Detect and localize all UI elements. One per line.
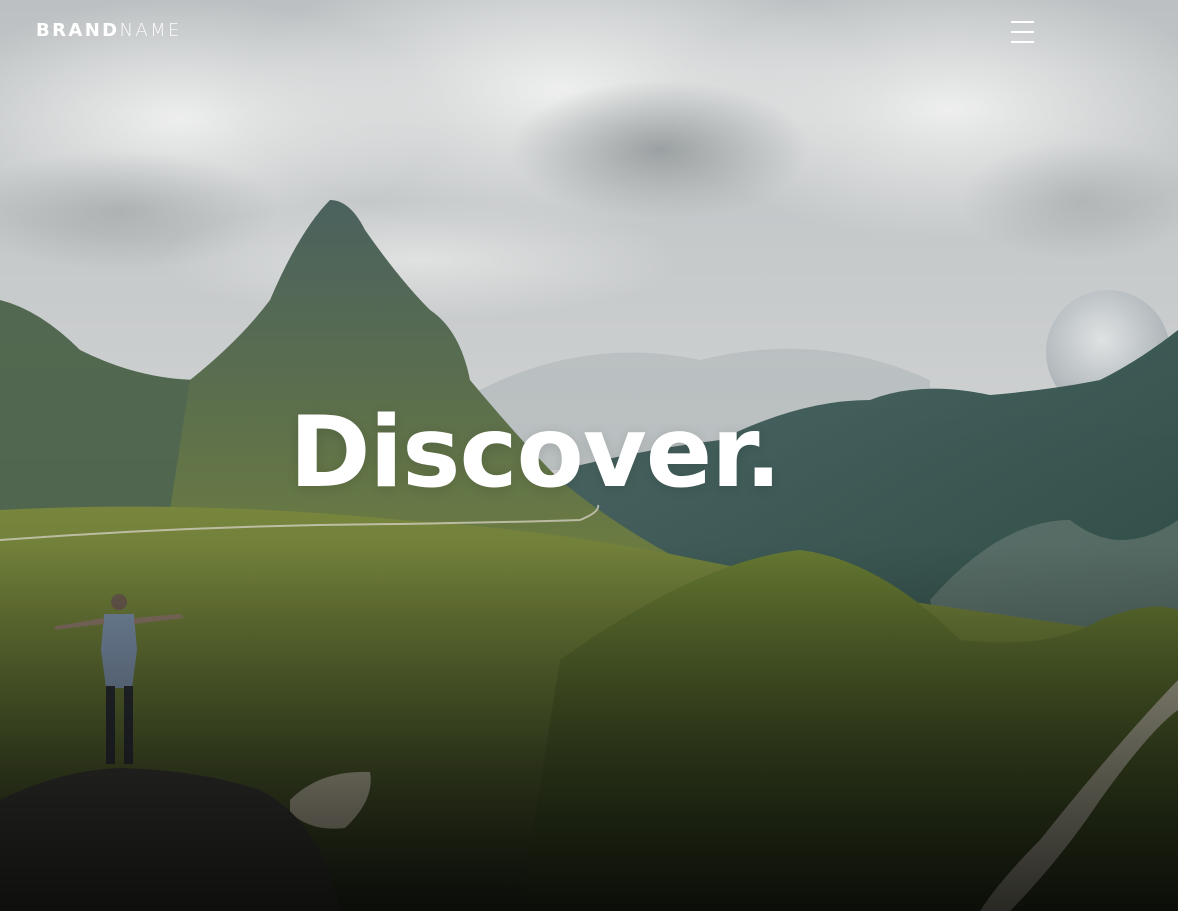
hero-headline: Discover.: [289, 396, 782, 510]
hero-section: BRANDNAME Discover.: [0, 0, 1178, 911]
brand-name-light: NAME: [119, 20, 182, 41]
hamburger-menu-icon: [1011, 21, 1034, 23]
hamburger-menu-icon: [1011, 31, 1034, 33]
top-navigation-bar: BRANDNAME: [0, 0, 1178, 64]
hamburger-menu-icon: [1011, 41, 1034, 43]
brand-name-bold: BRAND: [36, 20, 120, 41]
brand-logo[interactable]: BRANDNAME: [36, 21, 182, 41]
hamburger-menu-button[interactable]: [1004, 14, 1040, 50]
